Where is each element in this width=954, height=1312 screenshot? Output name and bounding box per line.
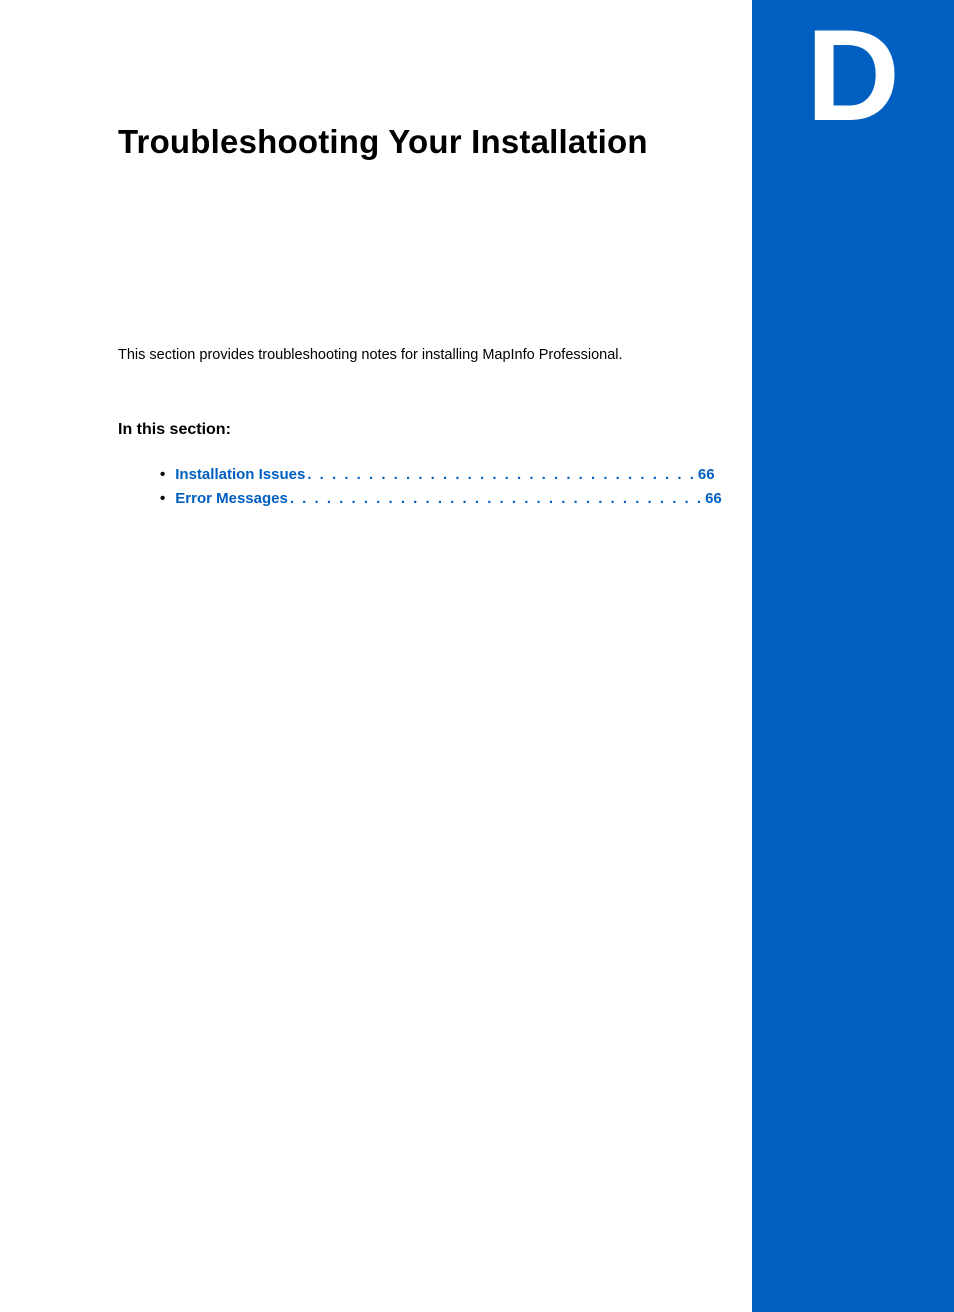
sidebar-band: D — [752, 0, 954, 1312]
page-title: Troubleshooting Your Installation — [118, 120, 722, 165]
appendix-letter: D — [806, 10, 900, 140]
toc-list: • Installation Issues . . . . . . . . . … — [118, 463, 722, 510]
bullet-icon: • — [160, 463, 165, 486]
toc-page-number[interactable]: 66 — [698, 463, 715, 486]
content-column: Troubleshooting Your Installation This s… — [0, 0, 752, 1312]
document-page: Troubleshooting Your Installation This s… — [0, 0, 954, 1312]
toc-dots: . . . . . . . . . . . . . . . . . . . . … — [305, 463, 698, 486]
toc-page-number[interactable]: 66 — [705, 487, 722, 510]
section-label: In this section: — [118, 421, 722, 439]
toc-link-error-messages[interactable]: Error Messages — [175, 487, 288, 510]
toc-dots: . . . . . . . . . . . . . . . . . . . . … — [288, 487, 705, 510]
toc-item: • Error Messages . . . . . . . . . . . .… — [160, 487, 722, 510]
bullet-icon: • — [160, 487, 165, 510]
toc-link-installation-issues[interactable]: Installation Issues — [175, 463, 305, 486]
intro-text: This section provides troubleshooting no… — [118, 345, 722, 367]
toc-item: • Installation Issues . . . . . . . . . … — [160, 463, 722, 486]
